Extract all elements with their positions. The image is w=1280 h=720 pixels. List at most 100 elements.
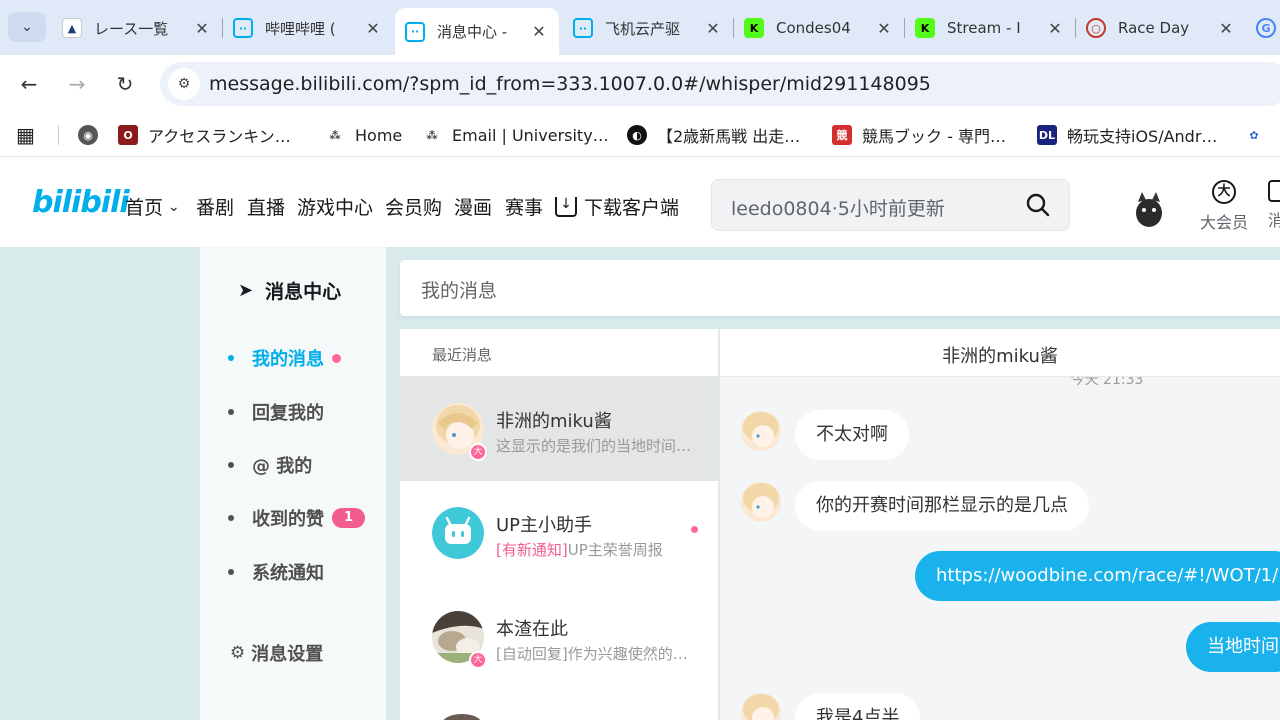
- page-title-card: 我的消息: [400, 260, 1280, 316]
- nav-esports[interactable]: 赛事: [505, 193, 543, 220]
- nav-game-center[interactable]: 游戏中心: [297, 193, 373, 220]
- back-arrow-icon[interactable]: ←: [14, 69, 44, 99]
- sidebar-item-settings[interactable]: ⚙ 消息设置: [230, 640, 323, 666]
- nav-manga[interactable]: 漫画: [454, 193, 492, 220]
- conversation-item[interactable]: 大 非洲的miku酱 这显示的是我们的当地时间…: [400, 377, 719, 481]
- nav-download-client[interactable]: ↓ 下载客户端: [555, 193, 679, 220]
- avatar: [443, 714, 481, 720]
- message-bubble-outgoing[interactable]: https://woodbine.com/race/#!/WOT/1/: [915, 551, 1280, 601]
- conversation-list: 最近消息 大 非洲的miku酱 这显示的是我们的当地时间… UP主小助手 [有新…: [400, 329, 719, 720]
- unread-dot: [332, 353, 341, 363]
- site-header: bilibili 首页 ⌄ 番剧 直播 游戏中心 会员购 漫画 赛事 ↓ 下载客户…: [0, 160, 1280, 247]
- bullet: [228, 515, 234, 521]
- bookmark-item[interactable]: DL 畅玩支持iOS/Andr…: [1037, 123, 1217, 147]
- bookmark-item[interactable]: ✿: [1244, 123, 1274, 147]
- sidebar-title: ➤ 消息中心: [238, 280, 342, 303]
- sidebar-item-replies[interactable]: 回复我的: [228, 399, 324, 425]
- sidebar-item-my-messages[interactable]: 我的消息: [228, 345, 341, 371]
- vip-badge-icon: 大: [469, 651, 487, 669]
- bookmark-item[interactable]: ◐ 【2歳新馬戦 出走…: [627, 123, 800, 147]
- browser-tab[interactable]: K Condes04 ✕: [734, 8, 904, 48]
- gear-icon: ⚙: [230, 643, 246, 663]
- message-bubble-incoming: 我是4点半: [795, 693, 921, 720]
- close-tab-icon[interactable]: ✕: [1045, 19, 1065, 38]
- close-tab-icon[interactable]: ✕: [363, 19, 383, 38]
- partner-avatar: [741, 411, 781, 451]
- download-icon: ↓: [555, 196, 577, 217]
- likes-count-badge: 1: [332, 508, 366, 528]
- conversation-item[interactable]: UP主小助手 [有新通知]UP主荣誉周报: [400, 481, 719, 585]
- message-bubble-incoming: 你的开赛时间那栏显示的是几点: [795, 481, 1089, 531]
- reload-icon[interactable]: ↻: [110, 69, 140, 99]
- new-notice-tag: [有新通知]: [496, 541, 568, 559]
- browser-tab-strip: ⌄ ▲ レース一覧 ✕ ·· 哔哩哔哩 ( ✕ ·· 消息中心 - ✕ ·· 飞…: [0, 0, 1280, 55]
- bookmark-item[interactable]: 競 競馬ブック - 専門…: [832, 123, 1006, 147]
- message-icon: [1268, 180, 1280, 202]
- browser-tab[interactable]: ·· 飞机云产驱 ✕: [563, 8, 733, 48]
- nav-live[interactable]: 直播: [247, 193, 285, 220]
- globe-icon[interactable]: ◉: [78, 123, 108, 147]
- chevron-down-icon: ⌄: [21, 19, 33, 35]
- partner-avatar: [741, 482, 781, 522]
- bilibili-logo[interactable]: bilibili: [32, 185, 130, 220]
- bookmark-favicon-icon: ⁂: [329, 128, 341, 142]
- close-tab-icon[interactable]: ✕: [1216, 19, 1236, 38]
- browser-tab-active[interactable]: ·· 消息中心 - ✕: [395, 8, 559, 55]
- chat-panel: 今天 21:33 非洲的miku酱 不太对啊 你的开赛时间那栏显示的是几点 ht…: [720, 329, 1280, 720]
- message-bubble-outgoing: 当地时间: [1186, 622, 1280, 672]
- close-tab-icon[interactable]: ✕: [529, 22, 549, 41]
- nav-home[interactable]: 首页 ⌄: [125, 193, 180, 220]
- close-tab-icon[interactable]: ✕: [192, 19, 212, 38]
- bookmark-divider: [58, 125, 59, 145]
- apps-grid-icon[interactable]: ▦: [16, 123, 35, 147]
- bookmark-item[interactable]: ⁂ Email | University…: [422, 123, 608, 147]
- bookmark-favicon-icon: O: [118, 125, 138, 145]
- messages-entry[interactable]: 消: [1268, 180, 1280, 231]
- user-avatar[interactable]: [1132, 188, 1166, 228]
- message-sidebar: ➤ 消息中心 我的消息 回复我的 @ 我的 收到的赞 1 系统通知 ⚙ 消息设置: [200, 247, 386, 720]
- nav-mall[interactable]: 会员购: [385, 193, 442, 220]
- bilibili-tv-icon: ··: [573, 18, 593, 38]
- address-bar[interactable]: ⚙ message.bilibili.com/?spm_id_from=333.…: [160, 62, 1280, 106]
- recent-messages-header: 最近消息: [400, 329, 718, 377]
- bookmark-favicon-icon: ✿: [1249, 128, 1259, 142]
- vip-badge-icon: 大: [469, 443, 487, 461]
- bookmark-favicon-icon: DL: [1037, 125, 1057, 145]
- close-tab-icon[interactable]: ✕: [874, 19, 894, 38]
- bullet: [228, 462, 234, 468]
- chevron-down-icon: ⌄: [168, 198, 180, 215]
- vip-icon: 大: [1212, 180, 1236, 204]
- sidebar-item-system-notice[interactable]: 系统通知: [228, 559, 324, 585]
- bookmark-favicon-icon: ⁂: [426, 128, 438, 142]
- search-icon[interactable]: [1025, 192, 1051, 218]
- url-text[interactable]: message.bilibili.com/?spm_id_from=333.10…: [209, 73, 931, 95]
- site-info-icon[interactable]: ⚙: [168, 68, 200, 100]
- browser-tab[interactable]: K Stream - I ✕: [905, 8, 1075, 48]
- sidebar-item-likes[interactable]: 收到的赞 1: [228, 505, 366, 531]
- search-box[interactable]: leedo0804·5小时前更新: [711, 179, 1070, 231]
- bookmark-favicon-icon: ◐: [627, 125, 647, 145]
- close-tab-icon[interactable]: ✕: [703, 19, 723, 38]
- message-bubble-incoming: 不太对啊: [795, 410, 909, 460]
- browser-tab[interactable]: ·· 哔哩哔哩 ( ✕: [223, 8, 393, 48]
- vip-entry[interactable]: 大 大会员: [1196, 180, 1252, 233]
- sidebar-item-mentions[interactable]: @ 我的: [228, 452, 312, 478]
- browser-tab[interactable]: ▲ レース一覧 ✕: [52, 8, 222, 48]
- browser-tab[interactable]: G: [1246, 8, 1280, 48]
- race-logo-icon: ▲: [62, 18, 82, 38]
- forward-arrow-icon[interactable]: →: [62, 69, 92, 99]
- tab-search-button[interactable]: ⌄: [8, 12, 46, 42]
- unread-dot: [691, 526, 698, 533]
- bullet: [228, 569, 234, 575]
- google-icon: G: [1256, 18, 1276, 38]
- search-input[interactable]: leedo0804·5小时前更新: [731, 194, 945, 221]
- browser-tab[interactable]: ○ Race Day ✕: [1076, 8, 1246, 48]
- chat-partner-name: 非洲的miku酱: [720, 329, 1280, 377]
- page-title: 我的消息: [421, 280, 498, 302]
- bookmarks-bar: ▦ ◉ O アクセスランキン… ⁂ Home ⁂ Email | Univers…: [0, 113, 1280, 157]
- bookmark-item[interactable]: ⁂ Home: [325, 123, 402, 147]
- bilibili-tv-icon: ··: [405, 21, 425, 42]
- bookmark-item[interactable]: O アクセスランキン…: [118, 123, 291, 147]
- nav-anime[interactable]: 番剧: [196, 193, 234, 220]
- conversation-item[interactable]: 大 本渣在此 [自动回复]作为兴趣使然的…: [400, 585, 719, 689]
